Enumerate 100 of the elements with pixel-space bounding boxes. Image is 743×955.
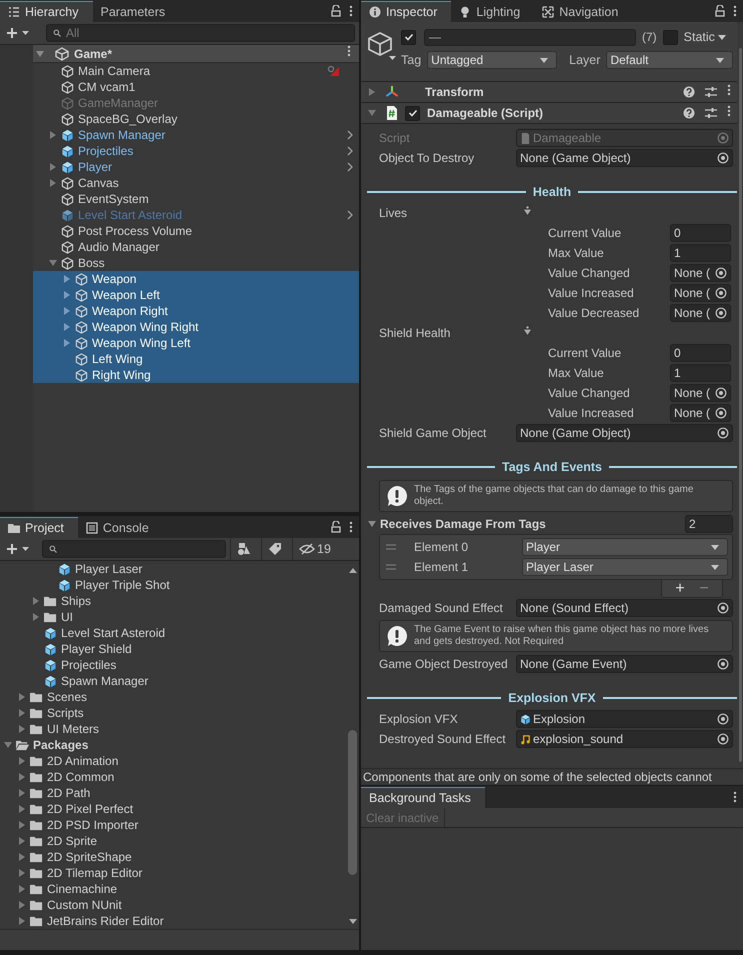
size-field[interactable]: 2 — [685, 515, 733, 533]
expand-arrow-icon[interactable] — [368, 109, 376, 117]
menu-icon[interactable] — [727, 84, 731, 96]
object-picker-icon[interactable] — [715, 407, 727, 419]
static-dropdown[interactable]: Static — [684, 30, 726, 44]
object-field[interactable]: None (Game Object) — [516, 424, 733, 442]
menu-icon[interactable] — [733, 791, 737, 803]
hierarchy-row[interactable]: SpaceBG_Overlay — [33, 111, 359, 127]
cube-outline-icon[interactable] — [367, 31, 397, 61]
project-item[interactable]: UI Meters — [0, 721, 346, 737]
expand-arrow-icon[interactable] — [368, 88, 376, 96]
lock-icon[interactable] — [331, 5, 341, 17]
help-icon[interactable] — [683, 107, 695, 119]
expand-arrow-icon[interactable] — [18, 837, 26, 845]
add-dropdown-icon[interactable] — [6, 27, 30, 39]
layer-dropdown[interactable]: Default — [606, 51, 733, 69]
project-item[interactable]: Player Triple Shot — [0, 577, 346, 593]
object-field[interactable]: None ( — [670, 284, 731, 302]
hidden-packages-button[interactable]: 19 — [292, 538, 334, 560]
object-field[interactable]: Explosion — [516, 710, 733, 728]
handle-icon[interactable] — [524, 206, 531, 214]
hierarchy-row[interactable]: Spawn Manager — [33, 127, 359, 143]
object-picker-icon[interactable] — [717, 427, 729, 439]
hierarchy-row[interactable]: Projectiles — [33, 143, 359, 159]
tag-dropdown[interactable]: Untagged — [427, 51, 558, 69]
project-item[interactable]: 2D Tilemap Editor — [0, 865, 346, 881]
tag-dropdown[interactable]: Player Laser — [522, 558, 728, 576]
expand-arrow-icon[interactable] — [63, 275, 71, 283]
project-item[interactable]: Packages — [0, 737, 346, 753]
component-header[interactable]: Transform — [361, 82, 737, 103]
object-picker-icon[interactable] — [715, 287, 727, 299]
hierarchy-row[interactable]: Weapon Left — [33, 287, 359, 303]
number-field[interactable]: 0 — [670, 224, 731, 242]
object-picker-icon[interactable] — [717, 152, 729, 164]
object-field[interactable]: None ( — [670, 304, 731, 322]
settings-sliders-icon[interactable] — [705, 107, 717, 119]
menu-icon[interactable] — [349, 521, 353, 533]
menu-icon[interactable] — [733, 5, 737, 17]
expand-arrow-icon[interactable] — [18, 901, 26, 909]
project-item[interactable]: 2D Path — [0, 785, 346, 801]
settings-sliders-icon[interactable] — [705, 86, 717, 98]
hierarchy-row[interactable]: Post Process Volume — [33, 223, 359, 239]
project-item[interactable]: Level Start Asteroid — [0, 625, 346, 641]
project-item[interactable]: Cinemachine — [0, 881, 346, 897]
expand-arrow-icon[interactable] — [32, 597, 40, 605]
menu-icon[interactable] — [727, 104, 731, 116]
object-picker-icon[interactable] — [715, 307, 727, 319]
expand-arrow-icon[interactable] — [368, 520, 376, 528]
hierarchy-row[interactable]: CM vcam1 — [33, 79, 359, 95]
object-picker-icon[interactable] — [717, 733, 729, 745]
panel-tab[interactable]: Background Tasks — [361, 787, 485, 808]
hierarchy-row[interactable]: Boss — [33, 255, 359, 271]
expand-arrow-icon[interactable] — [18, 693, 26, 701]
project-item[interactable]: Player Shield — [0, 641, 346, 657]
tag-dropdown[interactable]: Player — [522, 538, 728, 556]
hierarchy-row[interactable]: Main Camera — [33, 63, 359, 79]
hierarchy-row[interactable]: Weapon Wing Right — [33, 319, 359, 335]
project-item[interactable]: 2D Sprite — [0, 833, 346, 849]
scene-name[interactable]: Game* — [74, 46, 112, 60]
expand-arrow-icon[interactable] — [18, 853, 26, 861]
menu-icon[interactable] — [349, 5, 353, 17]
menu-icon[interactable] — [347, 45, 351, 57]
expand-arrow-icon[interactable] — [49, 179, 57, 187]
project-item[interactable]: 2D PSD Importer — [0, 817, 346, 833]
expand-arrow-icon[interactable] — [18, 885, 26, 893]
hierarchy-row[interactable]: Player — [33, 159, 359, 175]
expand-arrow-icon[interactable] — [36, 50, 44, 58]
expand-arrow-icon[interactable] — [63, 291, 71, 299]
number-field[interactable]: 1 — [670, 244, 731, 262]
object-field[interactable]: None ( — [670, 404, 731, 422]
scroll-up-icon[interactable] — [348, 567, 356, 573]
object-field[interactable]: None ( — [670, 384, 731, 402]
expand-arrow-icon[interactable] — [49, 163, 57, 171]
hierarchy-row[interactable]: Right Wing — [33, 367, 359, 383]
project-item[interactable]: JetBrains Rider Editor — [0, 913, 346, 929]
project-item[interactable]: UI — [0, 609, 346, 625]
panel-tab[interactable]: Lighting — [451, 1, 534, 22]
object-field[interactable]: None (Game Event) — [516, 655, 733, 673]
project-item[interactable]: Spawn Manager — [0, 673, 346, 689]
add-dropdown-icon[interactable] — [6, 543, 30, 555]
expand-arrow-icon[interactable] — [63, 307, 71, 315]
project-item[interactable]: 2D SpriteShape — [0, 849, 346, 865]
active-checkbox[interactable] — [401, 30, 416, 44]
expand-arrow-icon[interactable] — [4, 741, 12, 749]
expand-arrow-icon[interactable] — [63, 323, 71, 331]
expand-arrow-icon[interactable] — [18, 725, 26, 733]
object-picker-icon[interactable] — [717, 602, 729, 614]
name-field[interactable]: — — [424, 28, 636, 46]
expand-arrow-icon[interactable] — [18, 917, 26, 925]
project-item[interactable]: 2D Pixel Perfect — [0, 801, 346, 817]
scroll-down-icon[interactable] — [348, 919, 356, 925]
expand-arrow-icon[interactable] — [18, 805, 26, 813]
expand-arrow-icon[interactable] — [18, 789, 26, 797]
expand-arrow-icon[interactable] — [18, 709, 26, 717]
hierarchy-row[interactable]: EventSystem — [33, 191, 359, 207]
project-item[interactable]: Scripts — [0, 705, 346, 721]
project-item[interactable]: Player Laser — [0, 561, 346, 577]
panel-tab[interactable]: Navigation — [534, 1, 632, 22]
lock-icon[interactable] — [331, 521, 341, 533]
expand-arrow-icon[interactable] — [18, 773, 26, 781]
